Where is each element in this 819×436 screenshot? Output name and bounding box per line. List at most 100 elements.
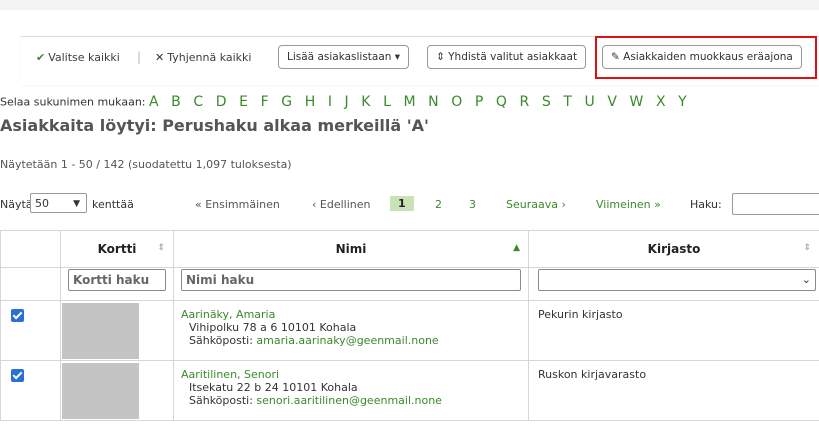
card-cell <box>60 300 174 361</box>
email-link[interactable]: senori.aaritilinen@geenmail.none <box>256 394 442 407</box>
library-cell: Pekurin kirjasto <box>528 300 819 361</box>
check-icon: ✔ <box>36 51 46 64</box>
select-all-label: Valitse kaikki <box>48 51 120 64</box>
browse-letter-e[interactable]: E <box>239 94 248 110</box>
last-page-link[interactable]: Viimeinen » <box>596 198 661 211</box>
merge-patrons-button[interactable]: ⇕ Yhdistä valitut asiakkaat <box>427 45 587 69</box>
email-label: Sähköposti: <box>189 394 253 407</box>
card-search-input[interactable]: Kortti haku <box>68 269 166 291</box>
select-all-link[interactable]: ✔ Valitse kaikki <box>36 51 120 64</box>
browse-letter-d[interactable]: D <box>216 94 227 110</box>
sort-ascending-icon: ▲ <box>513 243 520 253</box>
search-label: Haku: <box>690 198 722 211</box>
entries-label: kenttää <box>92 198 134 211</box>
browse-letter-x[interactable]: X <box>656 94 666 110</box>
add-to-list-button[interactable]: Lisää asiakaslistaan ▾ <box>278 45 410 69</box>
next-page-link[interactable]: Seuraava › <box>506 198 566 211</box>
patron-address: Vihipolku 78 a 6 10101 Kohala <box>189 321 357 334</box>
browse-letter-s[interactable]: S <box>542 94 551 110</box>
browse-letter-h[interactable]: H <box>305 94 316 110</box>
row-select-cell <box>0 300 61 361</box>
top-band <box>0 0 819 10</box>
browse-letter-n[interactable]: N <box>428 94 438 110</box>
patron-name-link[interactable]: Aarinäky, Amaria <box>181 308 527 321</box>
browse-letter-o[interactable]: O <box>451 94 462 110</box>
card-number-redacted <box>62 303 139 359</box>
patron-email: Sähköposti: senori.aaritilinen@geenmail.… <box>189 394 527 407</box>
browse-letter-i[interactable]: I <box>328 94 332 110</box>
browse-by-surname: Selaa sukunimen mukaan: ABCDEFGHIJKLMNOP… <box>0 94 819 114</box>
toolbar-separator: | <box>137 50 142 64</box>
page-2[interactable]: 2 <box>435 198 442 211</box>
row-checkbox[interactable] <box>11 309 24 322</box>
browse-letter-v[interactable]: V <box>607 94 617 110</box>
select-column-header <box>0 230 61 268</box>
previous-page-link[interactable]: ‹ Edellinen <box>312 198 370 211</box>
email-label: Sähköposti: <box>189 334 253 347</box>
table-controls: Näytä 50 ▼ kenttää « Ensimmäinen ‹ Edelli… <box>0 193 819 219</box>
card-cell <box>60 360 174 421</box>
browse-letter-y[interactable]: Y <box>678 94 687 110</box>
column-header-card[interactable]: Kortti ⇕ <box>60 230 174 268</box>
letter-list: ABCDEFGHIJKLMNOPQRSTUVWXY <box>149 94 699 110</box>
clear-all-link[interactable]: ✕ Tyhjennä kaikki <box>155 51 251 64</box>
merge-label: Yhdistä valitut asiakkaat <box>448 51 578 63</box>
browse-label: Selaa sukunimen mukaan: <box>0 95 146 109</box>
browse-letter-a[interactable]: A <box>149 94 159 110</box>
browse-letter-r[interactable]: R <box>520 94 530 110</box>
browse-letter-j[interactable]: J <box>345 94 349 110</box>
batch-edit-highlight <box>595 36 817 79</box>
name-cell: Aarinäky, Amaria Vihipolku 78 a 6 10101 … <box>173 300 529 361</box>
patron-library: Pekurin kirjasto <box>538 308 623 321</box>
patron-table: Kortti ⇕ Nimi ▲ Kirjasto ⇕ Kortti haku Nimi… <box>0 230 819 421</box>
filter-row: Kortti haku Nimi haku ⌄ <box>0 267 819 301</box>
page-length-select[interactable]: 50 ▼ <box>30 193 87 213</box>
table-row: Aaritilinen, Senori Itsekatu 22 b 24 101… <box>0 360 819 421</box>
page-title: Asiakkaita löytyi: Perushaku alkaa merke… <box>0 116 429 135</box>
patron-address: Itsekatu 22 b 24 10101 Kohala <box>189 381 358 394</box>
filter-cell-card: Kortti haku <box>60 267 174 301</box>
library-filter-select[interactable]: ⌄ <box>538 269 816 291</box>
sort-icon: ⇕ <box>157 243 165 253</box>
column-header-library[interactable]: Kirjasto ⇕ <box>528 230 819 268</box>
patron-email: Sähköposti: amaria.aarinaky@geenmail.non… <box>189 334 527 347</box>
email-link[interactable]: amaria.aarinaky@geenmail.none <box>256 334 438 347</box>
patron-library: Ruskon kirjavarasto <box>538 368 647 381</box>
browse-letter-p[interactable]: P <box>475 94 483 110</box>
column-header-name[interactable]: Nimi ▲ <box>173 230 529 268</box>
browse-letter-b[interactable]: B <box>171 94 181 110</box>
browse-letter-q[interactable]: Q <box>496 94 507 110</box>
column-header-card-label: Kortti <box>97 242 137 256</box>
show-label: Näytä <box>0 198 33 211</box>
results-info: Näytetään 1 - 50 / 142 (suodatettu 1,097… <box>0 158 292 171</box>
first-page-link[interactable]: « Ensimmäinen <box>195 198 280 211</box>
sort-icon: ⇕ <box>803 243 811 253</box>
close-icon: ✕ <box>155 51 165 64</box>
chevron-down-icon: ⌄ <box>801 273 811 286</box>
browse-letter-t[interactable]: T <box>563 94 572 110</box>
page-1[interactable]: 1 <box>390 196 414 211</box>
name-search-input[interactable]: Nimi haku <box>181 269 521 291</box>
browse-letter-l[interactable]: L <box>383 94 391 110</box>
patron-name-link[interactable]: Aaritilinen, Senori <box>181 368 527 381</box>
browse-letter-c[interactable]: C <box>193 94 203 110</box>
browse-letter-u[interactable]: U <box>585 94 595 110</box>
card-number-redacted <box>62 363 139 419</box>
page-length-value: 50 <box>35 197 49 210</box>
filter-cell-empty <box>0 267 61 301</box>
browse-letter-g[interactable]: G <box>281 94 292 110</box>
filter-cell-name: Nimi haku <box>173 267 529 301</box>
browse-letter-m[interactable]: M <box>403 94 415 110</box>
page-3[interactable]: 3 <box>469 198 476 211</box>
column-header-name-label: Nimi <box>335 242 367 256</box>
clear-all-label: Tyhjennä kaikki <box>167 51 252 64</box>
search-input[interactable] <box>732 193 819 215</box>
merge-icon: ⇕ <box>436 51 449 63</box>
row-checkbox[interactable] <box>11 369 24 382</box>
browse-letter-f[interactable]: F <box>261 94 269 110</box>
filter-cell-library: ⌄ <box>528 267 819 301</box>
browse-letter-k[interactable]: K <box>361 94 370 110</box>
browse-letter-w[interactable]: W <box>630 94 644 110</box>
row-select-cell <box>0 360 61 421</box>
chevron-down-icon: ▼ <box>73 199 80 209</box>
